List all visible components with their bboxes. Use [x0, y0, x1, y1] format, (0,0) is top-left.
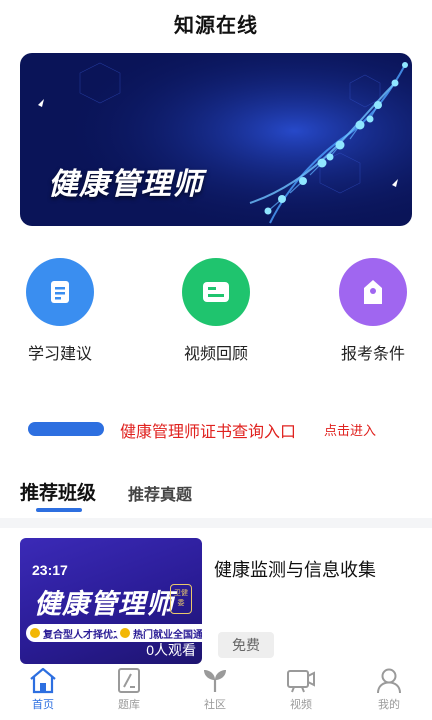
check-icon — [120, 628, 130, 638]
video-card-icon — [182, 258, 250, 326]
quick-action-exam-requirements[interactable]: 报考条件 — [308, 258, 432, 364]
quick-action-video-review[interactable]: 视频回顾 — [151, 258, 281, 364]
course-thumb-tag: 卫健委 — [170, 584, 192, 614]
quick-actions: 学习建议 视频回顾 报考条件 — [0, 258, 432, 368]
quick-action-label: 学习建议 — [27, 346, 92, 363]
nav-label-question-bank: 题库 — [118, 699, 140, 711]
document-icon — [26, 258, 94, 326]
course-viewer-count: 0人观看 — [146, 642, 196, 658]
course-badge-right-text: 热门就业全国通用 — [133, 629, 202, 641]
nav-label-profile: 我的 — [378, 699, 400, 711]
sprout-icon — [204, 670, 226, 692]
user-icon — [377, 668, 401, 694]
page-title: 知源在线 — [174, 14, 258, 37]
nav-item-profile[interactable]: 我的 — [359, 666, 419, 712]
course-thumbnail[interactable]: 23:17 健康管理师 卫健委 复合型人才择优之选 热门就业全国通用 0人观看 — [20, 538, 202, 664]
recommend-tabs: 推荐班级 推荐真题 — [0, 478, 432, 514]
bottom-navigation: 首页 题库 社区 视频 我的 — [0, 664, 432, 720]
nav-item-community[interactable]: 社区 — [185, 666, 245, 712]
quick-action-label: 视频回顾 — [183, 346, 248, 363]
tab-recommended-classes[interactable]: 推荐班级 — [20, 478, 96, 505]
banner-title: 健康管理师 — [48, 168, 203, 201]
check-icon — [30, 628, 40, 638]
course-thumb-title: 健康管理师 — [34, 589, 174, 619]
notice-pill-decoration — [28, 422, 104, 436]
course-price-badge: 免费 — [218, 632, 274, 658]
course-name[interactable]: 健康监测与信息收集 — [214, 556, 376, 582]
nav-label-community: 社区 — [204, 699, 226, 711]
home-icon — [30, 667, 56, 694]
quick-action-study-advice[interactable]: 学习建议 — [0, 258, 120, 364]
certificate-query-notice[interactable]: 健康管理师证书查询入口 点击进入 — [0, 415, 432, 443]
question-bank-icon — [118, 668, 140, 693]
title-bar: 知源在线 — [0, 0, 432, 46]
quick-action-label: 报考条件 — [340, 346, 405, 363]
notice-main-text[interactable]: 健康管理师证书查询入口 — [120, 418, 296, 442]
nav-label-video: 视频 — [290, 699, 312, 711]
nav-item-question-bank[interactable]: 题库 — [99, 666, 159, 712]
banner[interactable]: 健康管理师 — [20, 53, 412, 226]
notice-enter-link[interactable]: 点击进入 — [324, 420, 376, 439]
active-tab-indicator — [36, 508, 82, 512]
section-divider — [0, 518, 432, 528]
tab-recommended-exams[interactable]: 推荐真题 — [128, 481, 192, 505]
course-card[interactable]: 23:17 健康管理师 卫健委 复合型人才择优之选 热门就业全国通用 0人观看 … — [20, 538, 412, 664]
nav-label-home: 首页 — [32, 699, 54, 711]
tag-icon — [339, 258, 407, 326]
nav-item-home[interactable]: 首页 — [13, 666, 73, 712]
nav-item-video[interactable]: 视频 — [271, 666, 331, 712]
course-thumb-time: 23:17 — [32, 562, 68, 578]
video-camera-icon — [287, 670, 315, 693]
